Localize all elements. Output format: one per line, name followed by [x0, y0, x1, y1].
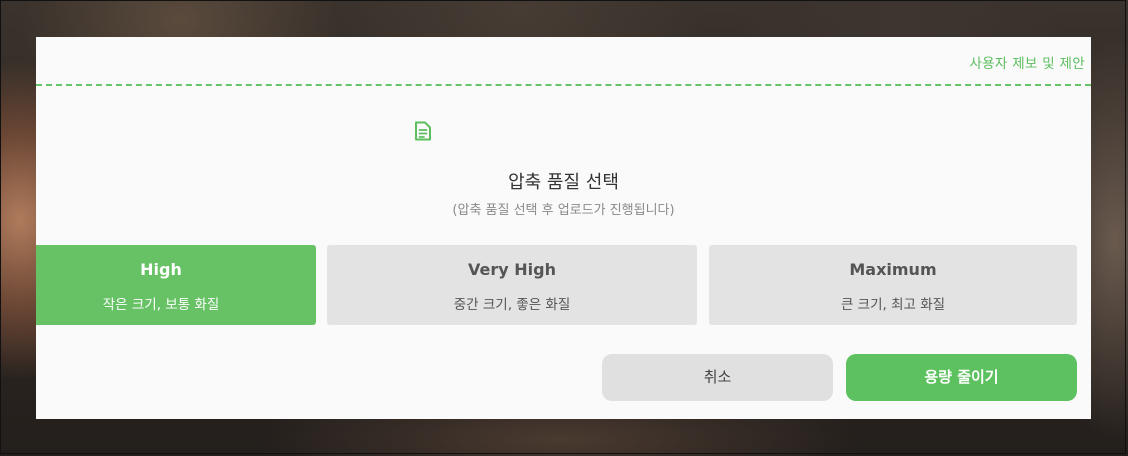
screenshot-border — [0, 0, 1126, 454]
